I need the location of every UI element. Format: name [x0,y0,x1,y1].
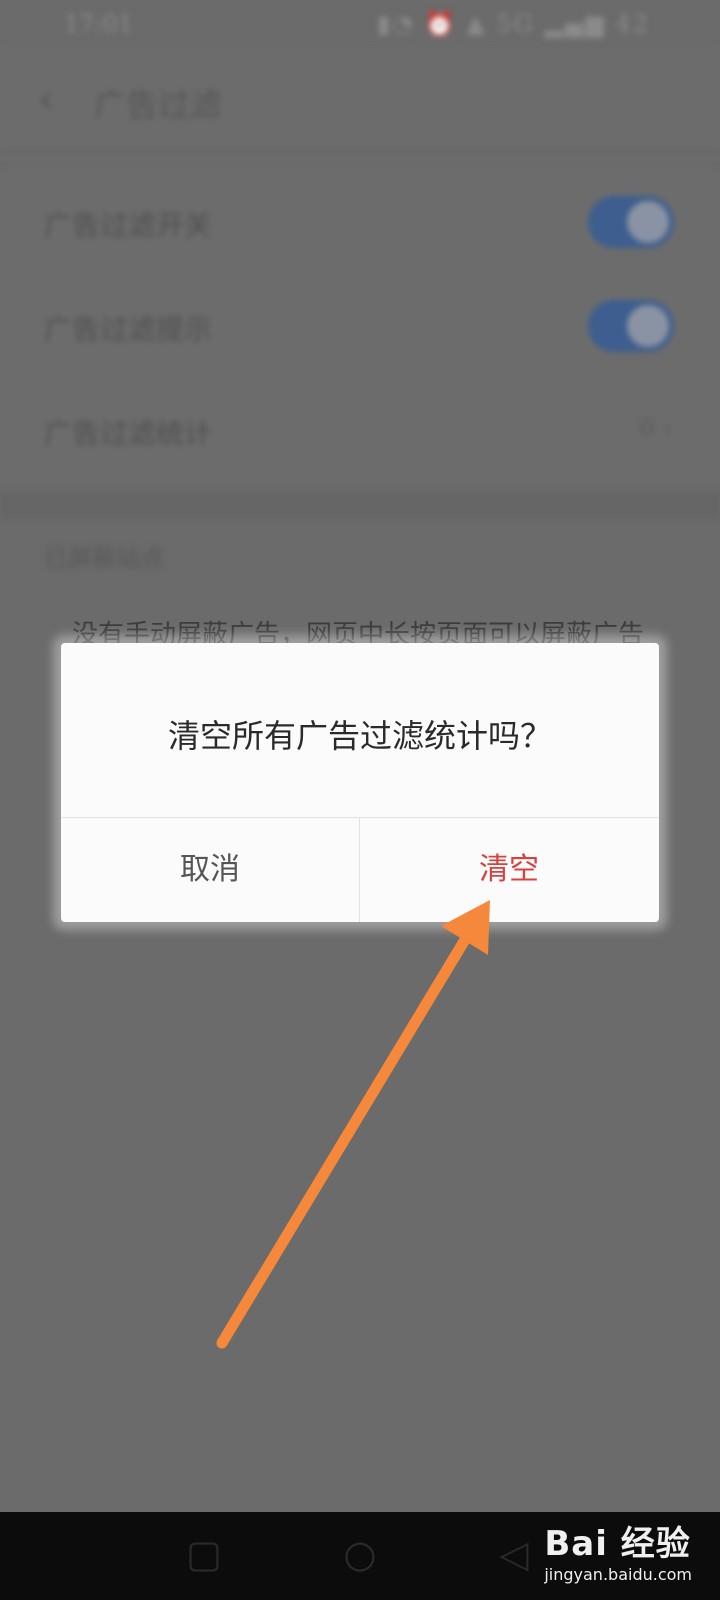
watermark-site: jingyan.baidu.com [544,1565,692,1584]
annotation-arrow-icon [216,900,490,1349]
baidu-watermark: Bai 经验 jingyan.baidu.com [544,1516,692,1584]
watermark-brand: Bai 经验 [544,1524,691,1564]
recent-apps-icon[interactable]: ▢ [180,1530,228,1578]
arrow-shaft [216,922,478,1349]
back-icon[interactable]: ◁ [490,1530,538,1578]
home-icon[interactable]: ○ [336,1530,384,1578]
